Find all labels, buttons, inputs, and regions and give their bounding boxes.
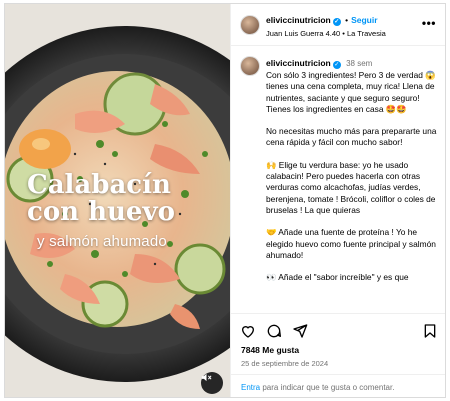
caption-paragraph: 🙌 Elige tu verdura base: yo he usado cal… bbox=[266, 159, 436, 215]
header-username[interactable]: eliviccinutricion bbox=[266, 15, 331, 25]
comment-bar: Entra para indicar que te gusta o coment… bbox=[231, 374, 445, 397]
audio-track[interactable]: Juan Luis Guerra 4.40 • La Travesia bbox=[266, 29, 386, 38]
post-dialog: Calabacín con huevo y salmón ahumado eli… bbox=[4, 3, 446, 398]
caption-area: eliviccinutricion ✓ 38 sem Con sólo 3 ing… bbox=[231, 47, 445, 313]
login-prompt-text: para indicar que te gusta o comentar. bbox=[260, 383, 395, 392]
caption-paragraph: 👀 Añade el "sabor increíble" y es que bbox=[266, 272, 409, 283]
avatar[interactable] bbox=[240, 15, 260, 35]
caption-paragraph: No necesitas mucho más para prepararte u… bbox=[266, 126, 437, 148]
header-user-line: eliviccinutricion ✓ • Seguir bbox=[266, 15, 378, 26]
caption-text: Con sólo 3 ingredientes! Pero 3 de verda… bbox=[266, 70, 441, 294]
verified-badge-icon: ✓ bbox=[332, 18, 341, 26]
more-options-icon[interactable]: ••• bbox=[422, 16, 436, 30]
likes-count[interactable]: 7848 Me gusta bbox=[241, 345, 299, 355]
login-link[interactable]: Entra bbox=[241, 383, 260, 392]
caption-paragraph: Con sólo 3 ingredientes! Pero 3 de verda… bbox=[266, 70, 436, 114]
mute-button[interactable] bbox=[201, 372, 223, 394]
post-sidebar: eliviccinutricion ✓ • Seguir Juan Luis Gue… bbox=[230, 4, 445, 397]
action-icons bbox=[240, 323, 438, 339]
post-header: eliviccinutricion ✓ • Seguir Juan Luis Gue… bbox=[231, 4, 445, 46]
caption-username[interactable]: eliviccinutricion bbox=[266, 58, 331, 68]
follow-button[interactable]: Seguir bbox=[351, 15, 377, 25]
caption-paragraph: 🤝 Añade una fuente de proteína ! Yo he e… bbox=[266, 227, 436, 260]
caption-header: eliviccinutricion ✓ 38 sem bbox=[266, 58, 372, 69]
comment-icon[interactable] bbox=[266, 323, 282, 339]
caption-avatar[interactable] bbox=[240, 56, 260, 76]
verified-badge-icon: ✓ bbox=[332, 61, 341, 69]
caption-time: 38 sem bbox=[346, 59, 373, 68]
overlay-subtitle: y salmón ahumado bbox=[37, 233, 167, 250]
post-media[interactable]: Calabacín con huevo y salmón ahumado bbox=[5, 4, 230, 397]
speaker-muted-icon bbox=[201, 373, 212, 382]
like-heart-icon[interactable] bbox=[240, 323, 256, 339]
share-send-icon[interactable] bbox=[292, 323, 308, 339]
login-prompt: Entra para indicar que te gusta o coment… bbox=[241, 383, 394, 392]
post-actions: 7848 Me gusta 25 de septiembre de 2024 E… bbox=[231, 313, 445, 397]
header-separator: • bbox=[345, 15, 349, 25]
post-date[interactable]: 25 de septiembre de 2024 bbox=[241, 359, 328, 368]
overlay-title: Calabacín con huevo bbox=[27, 170, 175, 227]
save-bookmark-icon[interactable] bbox=[422, 323, 438, 339]
